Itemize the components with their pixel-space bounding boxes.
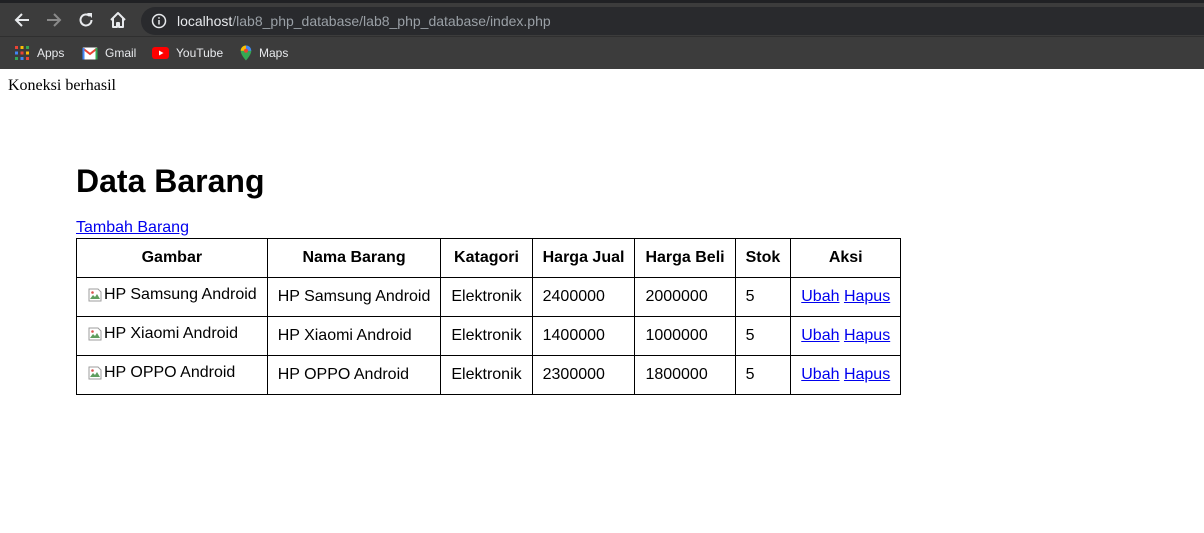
back-arrow-icon (14, 13, 29, 27)
table-row: HP OPPO Android HP OPPO Android Elektron… (76, 355, 902, 395)
edit-link[interactable]: Ubah (801, 327, 839, 344)
broken-image-icon (88, 366, 102, 380)
bookmark-label: Gmail (105, 46, 137, 60)
url-host: localhost (177, 13, 233, 29)
connection-message: Koneksi berhasil (8, 77, 116, 94)
image-alt-text: HP OPPO Android (104, 364, 236, 381)
delete-link[interactable]: Hapus (844, 327, 890, 344)
bookmark-label: Apps (37, 46, 65, 60)
cell-harga-jual: 2300000 (531, 355, 636, 395)
cell-harga-beli: 1000000 (634, 316, 736, 356)
youtube-icon (152, 47, 169, 59)
url-path: /lab8_php_database/lab8_php_database/ind… (232, 13, 551, 29)
edit-link[interactable]: Ubah (801, 288, 839, 305)
image-alt-text: HP Samsung Android (104, 286, 257, 303)
product-image: HP Xiaomi Android (87, 325, 238, 343)
cell-nama-barang: HP Xiaomi Android (266, 316, 442, 356)
broken-image-icon (88, 327, 102, 341)
cell-aksi: Ubah Hapus (790, 277, 902, 317)
reload-button[interactable] (73, 7, 99, 33)
product-image: HP OPPO Android (87, 364, 235, 382)
cell-harga-beli: 2000000 (634, 277, 736, 317)
bookmark-label: Maps (259, 46, 289, 60)
forward-button[interactable] (41, 7, 67, 33)
cell-katagori: Elektronik (440, 355, 533, 395)
bookmark-maps[interactable]: Maps (240, 43, 288, 63)
cell-gambar: HP Xiaomi Android (76, 316, 268, 356)
maps-icon (240, 45, 252, 61)
product-image: HP Samsung Android (87, 286, 257, 304)
table-row: HP Xiaomi Android HP Xiaomi Android Elek… (76, 316, 902, 356)
reload-icon (79, 13, 93, 27)
cell-gambar: HP OPPO Android (76, 355, 268, 395)
table-header-row: Gambar Nama Barang Katagori Harga Jual H… (76, 238, 902, 278)
cell-stok: 5 (734, 316, 792, 356)
home-button[interactable] (105, 7, 131, 33)
items-table: Gambar Nama Barang Katagori Harga Jual H… (76, 238, 902, 395)
cell-aksi: Ubah Hapus (790, 316, 902, 356)
cell-aksi: Ubah Hapus (790, 355, 902, 395)
address-bar[interactable]: localhost/lab8_php_database/lab8_php_dat… (141, 7, 1204, 35)
cell-katagori: Elektronik (440, 277, 533, 317)
table-row: HP Samsung Android HP Samsung Android El… (76, 277, 902, 317)
image-alt-text: HP Xiaomi Android (104, 325, 238, 342)
cell-katagori: Elektronik (440, 316, 533, 356)
header-nama-barang: Nama Barang (266, 238, 442, 278)
cell-harga-jual: 1400000 (531, 316, 636, 356)
cell-nama-barang: HP OPPO Android (266, 355, 442, 395)
delete-link[interactable]: Hapus (844, 366, 890, 383)
url-text: localhost/lab8_php_database/lab8_php_dat… (177, 13, 551, 29)
header-stok: Stok (734, 238, 792, 278)
forward-arrow-icon (47, 13, 62, 27)
header-aksi: Aksi (790, 238, 902, 278)
cell-stok: 5 (734, 355, 792, 395)
cell-harga-beli: 1800000 (634, 355, 736, 395)
bookmark-label: YouTube (176, 46, 224, 60)
broken-image-icon (88, 288, 102, 302)
bookmark-youtube[interactable]: YouTube (152, 43, 223, 63)
cell-harga-jual: 2400000 (531, 277, 636, 317)
page-title: Data Barang (76, 163, 265, 199)
bookmark-gmail[interactable]: Gmail (82, 43, 136, 63)
cell-gambar: HP Samsung Android (76, 277, 268, 317)
delete-link[interactable]: Hapus (844, 288, 890, 305)
header-gambar: Gambar (76, 238, 268, 278)
home-icon (110, 12, 126, 28)
header-harga-beli: Harga Beli (634, 238, 736, 278)
back-button[interactable] (9, 7, 35, 33)
edit-link[interactable]: Ubah (801, 366, 839, 383)
header-harga-jual: Harga Jual (531, 238, 636, 278)
bookmarks-bar: Apps Gmail YouTube Maps (0, 36, 1204, 69)
gmail-icon (82, 47, 98, 60)
cell-stok: 5 (734, 277, 792, 317)
cell-nama-barang: HP Samsung Android (266, 277, 442, 317)
bookmark-apps[interactable]: Apps (14, 43, 64, 63)
info-icon[interactable] (151, 13, 167, 29)
add-item-link[interactable]: Tambah Barang (76, 218, 901, 238)
apps-grid-icon (14, 45, 30, 61)
header-katagori: Katagori (440, 238, 533, 278)
main-container: Data Barang Tambah Barang Gambar Nama Ba… (76, 160, 902, 395)
browser-toolbar: localhost/lab8_php_database/lab8_php_dat… (0, 0, 1204, 36)
